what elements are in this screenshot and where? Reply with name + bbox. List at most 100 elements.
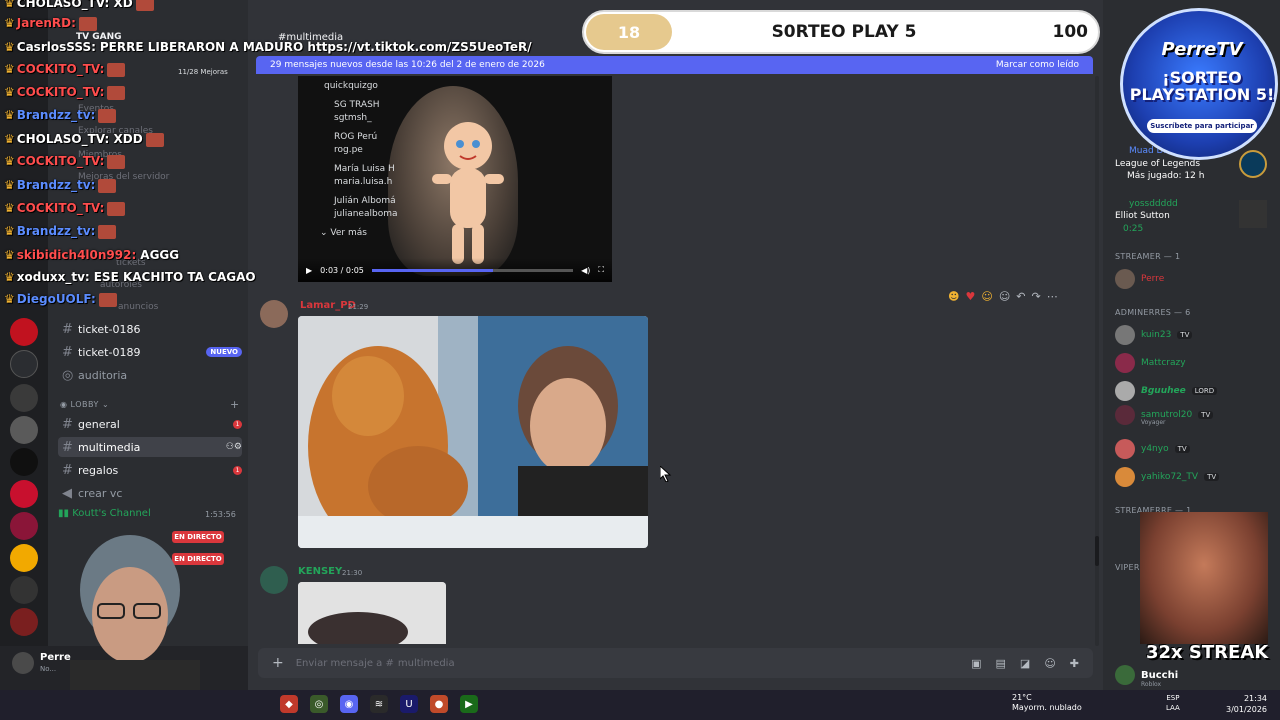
emote-icon — [107, 85, 126, 100]
voice-channel[interactable]: ▮▮ Koutt's Channel — [58, 508, 151, 519]
clock[interactable]: 21:34 3/01/2026 — [1226, 693, 1267, 715]
activity-time: Más jugado: 12 h — [1127, 171, 1205, 181]
server-icon[interactable] — [10, 350, 38, 378]
gift-icon[interactable]: ▣ — [971, 657, 981, 670]
member-item[interactable]: yahiko72_TV TV — [1115, 466, 1275, 488]
raffle-total: 100 — [1052, 22, 1089, 42]
activity-user[interactable]: yossddddd — [1129, 199, 1178, 209]
avatar — [1115, 467, 1135, 487]
chat-overlay-line: ♛ xoduxx_tv: ESE KACHITO TA CAGAO — [4, 270, 256, 284]
fullscreen-icon[interactable]: ⛶ — [598, 265, 604, 275]
chat-overlay-line: ♛ COCKITO_TV: — [4, 62, 126, 77]
discord-icon[interactable]: ◉ — [340, 695, 358, 713]
member-item[interactable]: kuin23 TV — [1115, 324, 1275, 346]
hash-icon: # — [62, 416, 73, 432]
chat-overlay-line: ♛ skibidich4l0n992: AGGG — [4, 248, 179, 262]
member-item[interactable]: Perre — [1115, 268, 1275, 290]
crown-icon: ♛ — [4, 16, 15, 30]
chat-username: COCKITO_TV: — [16, 62, 105, 76]
server-icon[interactable] — [10, 448, 38, 476]
composer-tools: ▣ ▤ ◪ ☺ ✚ — [971, 657, 1079, 670]
sorteo-promo-logo: PerreTV ¡SORTEO PLAYSTATION 5! Suscríbet… — [1120, 8, 1278, 160]
add-channel-icon[interactable]: + — [230, 398, 239, 411]
more-icon[interactable]: ⋯ — [1047, 290, 1058, 303]
chat-overlay-line: ♛ CHOLASO_TV: XDD — [4, 132, 164, 147]
unread-badge: 1 — [233, 465, 242, 475]
channel-crear-vc[interactable]: ◀ crear vc — [58, 483, 242, 503]
emoji-reaction-icon[interactable]: ☻ — [948, 290, 959, 303]
gif-icon[interactable]: ▤ — [996, 657, 1006, 670]
hash-icon: # — [62, 344, 73, 360]
chat-username: CHOLASO_TV: XDD — [16, 132, 143, 146]
add-reaction-icon[interactable]: ☺ — [999, 290, 1010, 303]
plus-icon[interactable]: + — [272, 655, 284, 671]
channel-general[interactable]: # general 1 — [58, 414, 242, 434]
volume-icon[interactable]: ◀) — [581, 266, 590, 275]
channel-ticket-0186[interactable]: # ticket-0186 — [58, 319, 242, 339]
member-item[interactable]: samutrol20 TV Voyager — [1115, 404, 1275, 426]
chat-message: PERRE LIBERARON A MADURO https://vt.tikt… — [99, 40, 532, 54]
member-item[interactable]: Bguuhee LORD — [1115, 380, 1275, 402]
server-icon[interactable] — [10, 608, 38, 636]
avatar[interactable] — [12, 652, 34, 674]
channel-ticket-0189[interactable]: # ticket-0189 NUEVO — [58, 342, 242, 362]
chat-username: DiegoUOLF: — [16, 292, 96, 306]
heart-icon[interactable]: ♥ — [965, 290, 975, 303]
composer-placeholder: Enviar mensaje a # — [295, 657, 394, 669]
category-lobby[interactable]: ◉ LOBBY ⌄ — [60, 400, 109, 409]
member-item[interactable]: y4nyo TV — [1115, 438, 1275, 460]
group-header: STREAMER — 1 — [1115, 252, 1181, 261]
member-item[interactable]: Mattcrazy — [1115, 352, 1275, 374]
audit-icon: ◎ — [62, 367, 74, 383]
server-icon[interactable] — [10, 480, 38, 508]
message-actions: ☻ ♥ ☺ ☺ ↶ ↷ ⋯ — [948, 290, 1058, 303]
server-icon[interactable] — [10, 576, 38, 604]
member-activity: Voyager — [1141, 419, 1166, 426]
chat-scrollbar[interactable] — [1095, 76, 1099, 646]
app-icon[interactable]: ▶ — [460, 695, 478, 713]
channel-auditoria[interactable]: ◎ auditoria — [58, 365, 242, 385]
server-icon[interactable] — [10, 384, 38, 412]
emote-icon — [98, 224, 117, 239]
voice-timer: 1:53:56 — [205, 510, 236, 519]
app-icon[interactable]: ● — [430, 695, 448, 713]
mark-read-button[interactable]: Marcar como leído — [996, 60, 1079, 70]
brave-icon[interactable]: ◆ — [280, 695, 298, 713]
hospital-photo-image[interactable] — [298, 316, 648, 548]
server-icon[interactable] — [10, 416, 38, 444]
promo-brand: PerreTV — [1161, 39, 1243, 60]
gear-icon[interactable]: ⚙ — [234, 442, 242, 452]
reaction-webcam — [1140, 512, 1268, 644]
language-indicator[interactable]: ESP LAA — [1166, 693, 1180, 713]
attachment-image[interactable] — [298, 582, 446, 644]
sticker-icon[interactable]: ◪ — [1020, 657, 1030, 670]
apps-icon[interactable]: ✚ — [1070, 657, 1079, 670]
member-activity: Roblox — [1141, 681, 1162, 688]
server-icon[interactable] — [10, 318, 38, 346]
channel-regalos[interactable]: # regalos 1 — [58, 460, 242, 480]
raffle-count: 18 — [586, 14, 672, 50]
avatar[interactable] — [260, 566, 288, 594]
invite-icon[interactable]: ⚇ — [226, 442, 234, 452]
emoji-icon[interactable]: ☺ — [1044, 657, 1055, 670]
app-icon[interactable]: ◎ — [310, 695, 328, 713]
app-icon[interactable]: U — [400, 695, 418, 713]
composer-channel: multimedia — [397, 657, 455, 669]
emote-icon — [107, 201, 126, 216]
forward-icon[interactable]: ↷ — [1032, 290, 1041, 303]
channel-multimedia[interactable]: # multimedia ⚇ ⚙ — [58, 437, 242, 457]
member-item[interactable]: Bucchi Roblox — [1115, 664, 1275, 688]
app-icon[interactable]: ≋ — [370, 695, 388, 713]
weather-widget[interactable]: 21°C Mayorm. nublado — [1012, 693, 1082, 713]
crown-icon: ♛ — [4, 178, 15, 192]
server-icon[interactable] — [10, 544, 38, 572]
chat-overlay-line: ♛ DiegoUOLF: — [4, 292, 117, 307]
heart-eyes-icon[interactable]: ☺ — [981, 290, 992, 303]
server-icon[interactable] — [10, 512, 38, 540]
emote-icon — [78, 16, 97, 31]
scrollbar-thumb[interactable] — [1095, 536, 1099, 566]
reply-icon[interactable]: ↶ — [1016, 290, 1025, 303]
crown-icon: ♛ — [4, 40, 15, 54]
message-composer[interactable]: + Enviar mensaje a # multimedia ▣ ▤ ◪ ☺ … — [258, 648, 1093, 678]
message-author[interactable]: KENSEY — [298, 566, 342, 577]
